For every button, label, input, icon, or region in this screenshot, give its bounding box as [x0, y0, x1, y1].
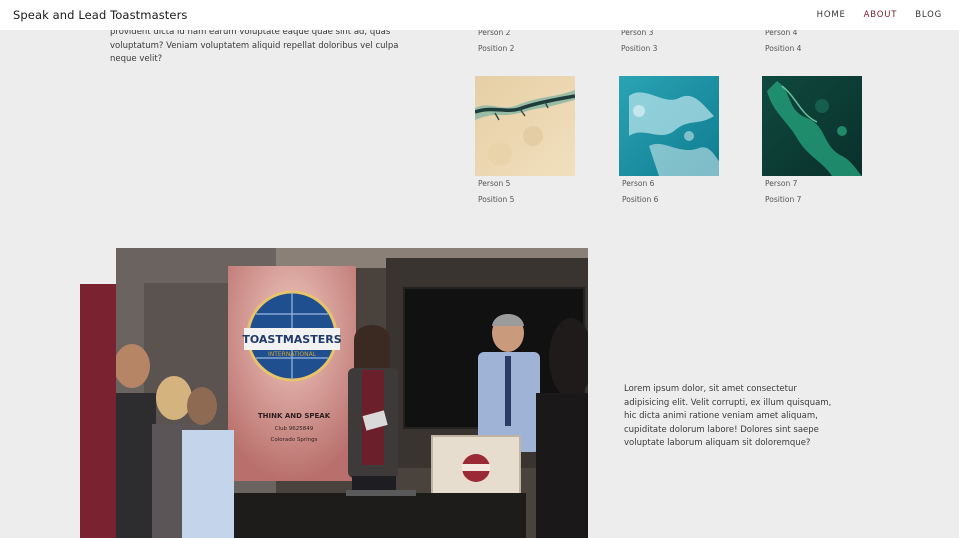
meeting-photo-illustration: TOASTMASTERS INTERNATIONAL THINK AND SPE… — [116, 248, 588, 538]
team-member-name: Person 5 — [478, 179, 511, 188]
team-member-card: Person 6 Position 6 — [619, 76, 729, 208]
main-nav: HOME ABOUT BLOG — [817, 10, 942, 20]
accent-bar — [80, 284, 116, 538]
team-member-position: Position 3 — [621, 44, 658, 53]
nav-blog[interactable]: BLOG — [915, 10, 942, 20]
site-title[interactable]: Speak and Lead Toastmasters — [13, 8, 188, 22]
team-member-position: Position 2 — [478, 44, 515, 53]
team-member-position: Position 6 — [622, 195, 659, 204]
site-header: Speak and Lead Toastmasters HOME ABOUT B… — [0, 0, 959, 30]
banner-tagline: THINK AND SPEAK — [258, 412, 331, 420]
team-member-card: Person 5 Position 5 — [475, 76, 585, 208]
team-member-position: Position 4 — [765, 44, 802, 53]
team-member-name: Person 6 — [622, 179, 655, 188]
team-member-card: Person 7 Position 7 — [762, 76, 872, 208]
nav-home[interactable]: HOME — [817, 10, 846, 20]
team-member-position: Position 7 — [765, 195, 802, 204]
feature-paragraph: Lorem ipsum dolor, sit amet consectetur … — [624, 384, 832, 448]
banner-subtitle: INTERNATIONAL — [268, 351, 317, 358]
about-paragraph: provident dicta id nam earum voluptate e… — [110, 27, 399, 64]
meeting-photo: TOASTMASTERS INTERNATIONAL THINK AND SPE… — [116, 248, 588, 538]
banner-title: TOASTMASTERS — [242, 333, 341, 346]
team-member-position: Position 5 — [478, 195, 515, 204]
team-member-photo — [619, 76, 719, 176]
banner-club: Club 9625849 — [275, 426, 314, 432]
nav-about[interactable]: ABOUT — [864, 10, 898, 20]
team-member-photo — [475, 76, 575, 176]
banner-city: Colorado Springs — [271, 437, 318, 443]
team-member-photo — [762, 76, 862, 176]
team-member-name: Person 7 — [765, 179, 798, 188]
